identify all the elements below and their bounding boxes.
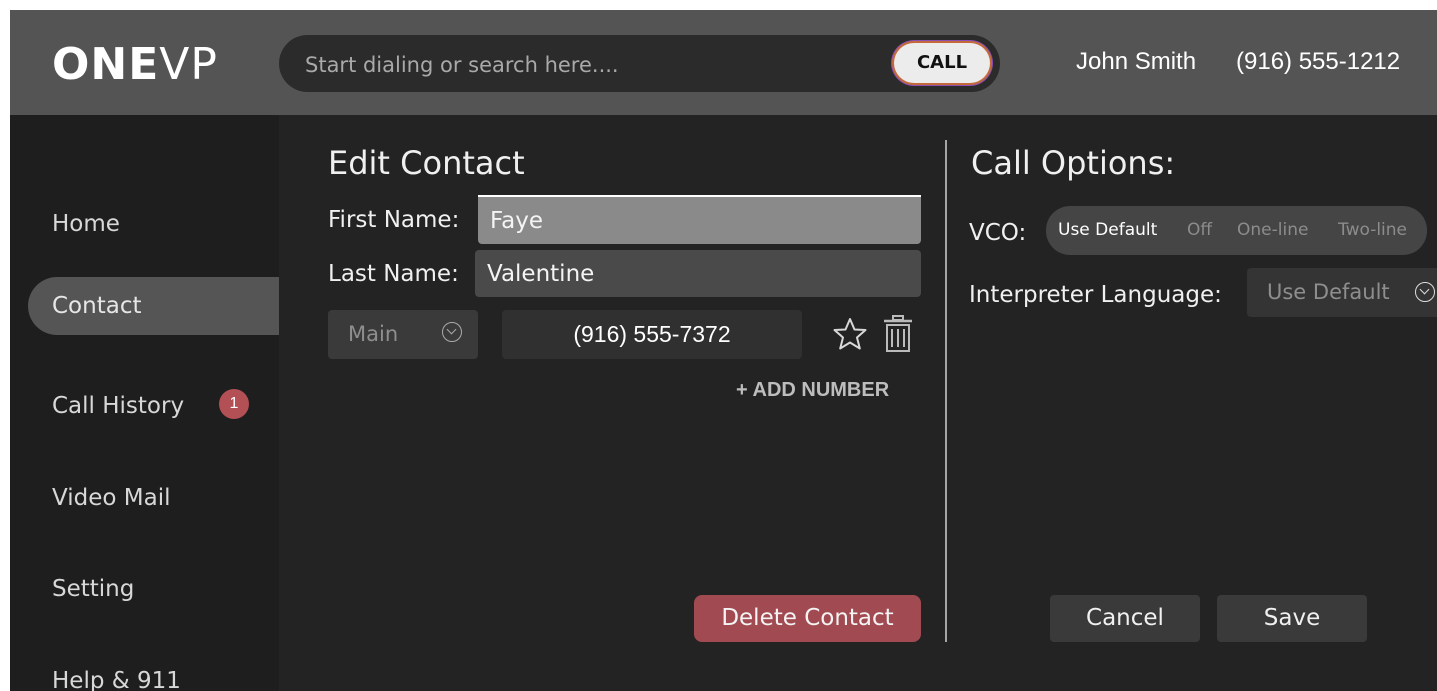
last-name-field[interactable]: [475, 250, 921, 297]
edit-contact-title: Edit Contact: [328, 144, 525, 182]
save-button[interactable]: Save: [1217, 595, 1367, 642]
call-options-title: Call Options:: [971, 144, 1176, 182]
interpreter-language-label: Interpreter Language:: [969, 282, 1222, 308]
search-input[interactable]: [303, 35, 887, 94]
panel-divider: [945, 140, 947, 642]
vco-option-off[interactable]: Off: [1187, 220, 1212, 240]
sidebar-item-call-history[interactable]: Call History: [52, 393, 184, 419]
user-name: John Smith: [1076, 48, 1197, 75]
add-number-button[interactable]: + ADD NUMBER: [736, 379, 889, 402]
interpreter-language-value: Use Default: [1267, 280, 1390, 304]
logo-light: VP: [159, 39, 218, 90]
vco-label: VCO:: [969, 220, 1027, 246]
sidebar-item-video-mail[interactable]: Video Mail: [52, 485, 170, 511]
user-phone: (916) 555-1212: [1236, 48, 1401, 75]
logo-bold: ONE: [52, 39, 160, 90]
chevron-down-icon: [1415, 282, 1435, 302]
vco-option-one-line[interactable]: One-line: [1237, 220, 1308, 240]
vco-option-use-default[interactable]: Use Default: [1058, 220, 1157, 240]
cancel-button[interactable]: Cancel: [1050, 595, 1200, 642]
sidebar-item-label: Contact: [52, 293, 142, 319]
top-bar: ONEVP CALL John Smith (916) 555-1212: [10, 10, 1437, 115]
onevp-logo: ONEVP: [52, 38, 218, 92]
first-name-field[interactable]: [478, 195, 921, 244]
first-name-label: First Name:: [328, 207, 460, 233]
trash-icon[interactable]: [882, 314, 914, 354]
last-name-label: Last Name:: [328, 261, 459, 287]
call-button[interactable]: CALL: [894, 43, 990, 83]
chevron-down-icon: [442, 322, 462, 342]
delete-contact-button[interactable]: Delete Contact: [694, 595, 921, 642]
vco-option-two-line[interactable]: Two-line: [1338, 220, 1407, 240]
interpreter-language-select[interactable]: Use Default: [1247, 268, 1437, 317]
app-window: ONEVP CALL John Smith (916) 555-1212 Hom…: [10, 10, 1437, 691]
search-bar: CALL: [279, 35, 1000, 94]
vco-segmented-control: Use Default Off One-line Two-line: [1046, 206, 1427, 255]
phone-type-value: Main: [348, 322, 399, 346]
sidebar-item-help[interactable]: Help & 911: [52, 668, 181, 691]
sidebar-item-home[interactable]: Home: [52, 211, 120, 237]
star-icon[interactable]: [832, 316, 868, 352]
sidebar-item-contact[interactable]: Contact: [28, 277, 279, 335]
sidebar-item-setting[interactable]: Setting: [52, 576, 134, 602]
phone-type-select[interactable]: Main: [328, 310, 478, 359]
phone-number-field[interactable]: (916) 555-7372: [502, 310, 802, 359]
call-history-badge: 1: [219, 389, 249, 419]
sidebar: Home Contact Call History 1 Video Mail S…: [10, 115, 279, 691]
